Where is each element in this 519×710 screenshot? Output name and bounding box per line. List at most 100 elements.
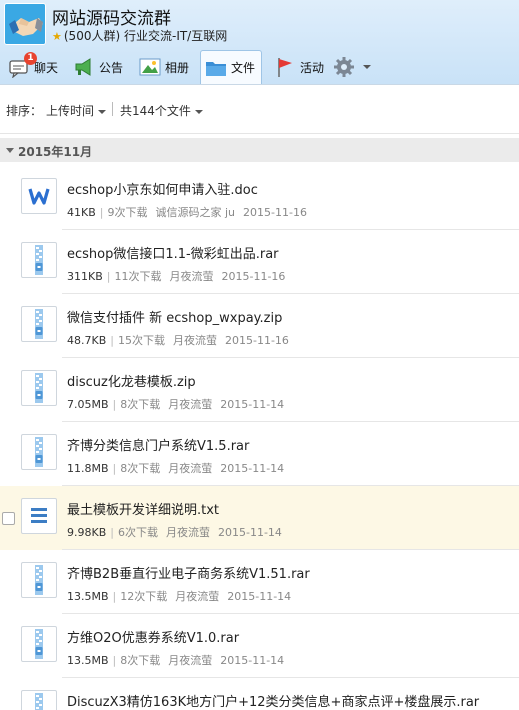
star-icon: ★: [52, 30, 62, 43]
archive-file-icon: [21, 370, 57, 406]
sort-label: 排序：: [6, 104, 43, 118]
chevron-down-icon: [98, 109, 107, 114]
meta-separator: |: [110, 526, 114, 539]
tab-announcement[interactable]: 公告: [73, 50, 123, 84]
file-size: 11.8MB: [67, 462, 109, 475]
tab-announcement-label: 公告: [99, 60, 124, 75]
uploader-name[interactable]: 月夜流萤: [168, 462, 212, 475]
file-meta: 13.5MB | 8次下载 月夜流萤 2015-11-14: [67, 652, 284, 668]
uploader-name[interactable]: 月夜流萤: [168, 398, 212, 411]
file-count-dropdown[interactable]: 共144个文件: [120, 102, 203, 119]
row-checkbox[interactable]: [2, 512, 15, 525]
file-name[interactable]: 齐博分类信息门户系统V1.5.rar: [67, 435, 249, 454]
file-meta: 13.5MB | 12次下载 月夜流萤 2015-11-14: [67, 588, 291, 604]
meta-separator: |: [110, 334, 114, 347]
archive-file-icon: [21, 306, 57, 342]
file-meta: 311KB | 11次下载 月夜流萤 2015-11-16: [67, 268, 285, 284]
uploader-name[interactable]: 诚信源码之家 ju: [155, 206, 235, 219]
file-size: 13.5MB: [67, 654, 109, 667]
file-size: 41KB: [67, 206, 96, 219]
file-name[interactable]: ecshop小京东如何申请入驻.doc: [67, 179, 258, 198]
month-section-header[interactable]: 2015年11月: [0, 138, 519, 162]
file-row[interactable]: 齐博分类信息门户系统V1.5.rar 11.8MB | 8次下载 月夜流萤 2015-11…: [0, 422, 519, 486]
file-name[interactable]: 最土模板开发详细说明.txt: [67, 499, 219, 518]
tab-album-label: 相册: [165, 60, 190, 75]
upload-date: 2015-11-16: [224, 334, 289, 347]
file-row[interactable]: ecshop微信接口1.1-微彩虹出品.rar 311KB | 11次下载 月夜流萤 20…: [0, 230, 519, 294]
file-row[interactable]: 最土模板开发详细说明.txt 9.98KB | 6次下载 月夜流萤 2015-11-14: [0, 486, 519, 550]
chat-icon: 1: [8, 52, 37, 79]
meta-separator: |: [112, 654, 117, 667]
file-row[interactable]: ecshop小京东如何申请入驻.doc 41KB | 9次下载 诚信源码之家 ju 201…: [0, 166, 519, 230]
file-size: 48.7KB: [67, 334, 107, 347]
download-count: 8次下载: [120, 654, 161, 667]
upload-date: 2015-11-14: [220, 398, 285, 411]
archive-file-icon: [21, 690, 57, 710]
group-category[interactable]: 行业交流-IT/互联网: [124, 29, 227, 43]
upload-date: 2015-11-14: [220, 654, 285, 667]
file-count: 共144个文件: [120, 104, 191, 118]
file-row[interactable]: 方维O2O优惠券系统V1.0.rar 13.5MB | 8次下载 月夜流萤 2015-11…: [0, 614, 519, 678]
tab-album[interactable]: 相册: [139, 50, 189, 84]
tab-activity[interactable]: 活动: [274, 50, 324, 84]
download-count: 6次下载: [117, 526, 158, 539]
file-row[interactable]: discuz化龙巷模板.zip 7.05MB | 8次下载 月夜流萤 2015-11-14: [0, 358, 519, 422]
uploader-name[interactable]: 月夜流萤: [169, 270, 213, 283]
upload-date: 2015-11-16: [221, 270, 286, 283]
month-label: 2015年11月: [18, 145, 93, 159]
settings-button[interactable]: [333, 50, 371, 84]
file-size: 9.98KB: [67, 526, 107, 539]
megaphone-icon: [73, 56, 95, 78]
file-row[interactable]: DiscuzX3精仿163K地方门户+12类分类信息+商家点评+楼盘展示.rar: [0, 678, 519, 710]
download-count: 8次下载: [120, 398, 161, 411]
unread-badge: 1: [24, 52, 37, 65]
archive-file-icon: [21, 562, 57, 598]
uploader-name[interactable]: 月夜流萤: [173, 334, 217, 347]
file-name[interactable]: 齐博B2B垂直行业电子商务系统V1.51.rar: [67, 563, 310, 582]
file-row[interactable]: 齐博B2B垂直行业电子商务系统V1.51.rar 13.5MB | 12次下载 月夜流萤…: [0, 550, 519, 614]
file-name[interactable]: ecshop微信接口1.1-微彩虹出品.rar: [67, 243, 279, 262]
sort-value: 上传时间: [46, 104, 95, 118]
archive-file-icon: [21, 434, 57, 470]
photo-icon: [139, 56, 161, 78]
meta-separator: |: [112, 398, 117, 411]
meta-separator: |: [112, 462, 117, 475]
file-meta: 7.05MB | 8次下载 月夜流萤 2015-11-14: [67, 396, 284, 412]
uploader-name[interactable]: 月夜流萤: [166, 526, 210, 539]
archive-file-icon: [21, 242, 57, 278]
member-count: (500人群): [63, 29, 121, 43]
download-count: 9次下载: [107, 206, 148, 219]
file-name[interactable]: DiscuzX3精仿163K地方门户+12类分类信息+商家点评+楼盘展示.rar: [67, 691, 479, 710]
download-count: 12次下载: [120, 590, 168, 603]
file-name[interactable]: discuz化龙巷模板.zip: [67, 371, 196, 390]
tab-files-label: 文件: [231, 61, 256, 75]
tab-chat-label: 聊天: [34, 60, 59, 75]
upload-date: 2015-11-14: [227, 590, 292, 603]
gear-icon: [333, 56, 355, 78]
file-name[interactable]: 微信支付插件 新 ecshop_wxpay.zip: [67, 307, 282, 326]
collapse-triangle-icon: [6, 148, 14, 153]
word-file-icon: [21, 178, 57, 214]
uploader-name[interactable]: 月夜流萤: [168, 654, 212, 667]
file-name[interactable]: 方维O2O优惠券系统V1.0.rar: [67, 627, 239, 646]
meta-separator: |: [112, 590, 117, 603]
sort-dropdown[interactable]: 上传时间: [46, 102, 107, 119]
group-subtitle: ★ (500人群) 行业交流-IT/互联网: [52, 27, 227, 44]
file-row[interactable]: 微信支付插件 新 ecshop_wxpay.zip 48.7KB | 15次下载 月夜流…: [0, 294, 519, 358]
folder-icon: [205, 57, 227, 79]
tab-files[interactable]: 文件: [200, 50, 263, 84]
download-count: 11次下载: [114, 270, 162, 283]
file-size: 13.5MB: [67, 590, 109, 603]
toolbar: 1 聊天 公告 相册 文件 活动: [0, 50, 519, 84]
file-meta: 48.7KB | 15次下载 月夜流萤 2015-11-16: [67, 332, 289, 348]
upload-date: 2015-11-16: [243, 206, 307, 219]
file-meta: 41KB | 9次下载 诚信源码之家 ju 2015-11-16: [67, 204, 307, 220]
file-meta: 11.8MB | 8次下载 月夜流萤 2015-11-14: [67, 460, 284, 476]
upload-date: 2015-11-14: [217, 526, 282, 539]
tab-chat[interactable]: 1 聊天: [8, 50, 58, 84]
upload-date: 2015-11-14: [220, 462, 285, 475]
uploader-name[interactable]: 月夜流萤: [175, 590, 219, 603]
file-meta: 9.98KB | 6次下载 月夜流萤 2015-11-14: [67, 524, 282, 540]
tab-activity-label: 活动: [300, 60, 325, 75]
group-avatar[interactable]: [4, 3, 46, 45]
